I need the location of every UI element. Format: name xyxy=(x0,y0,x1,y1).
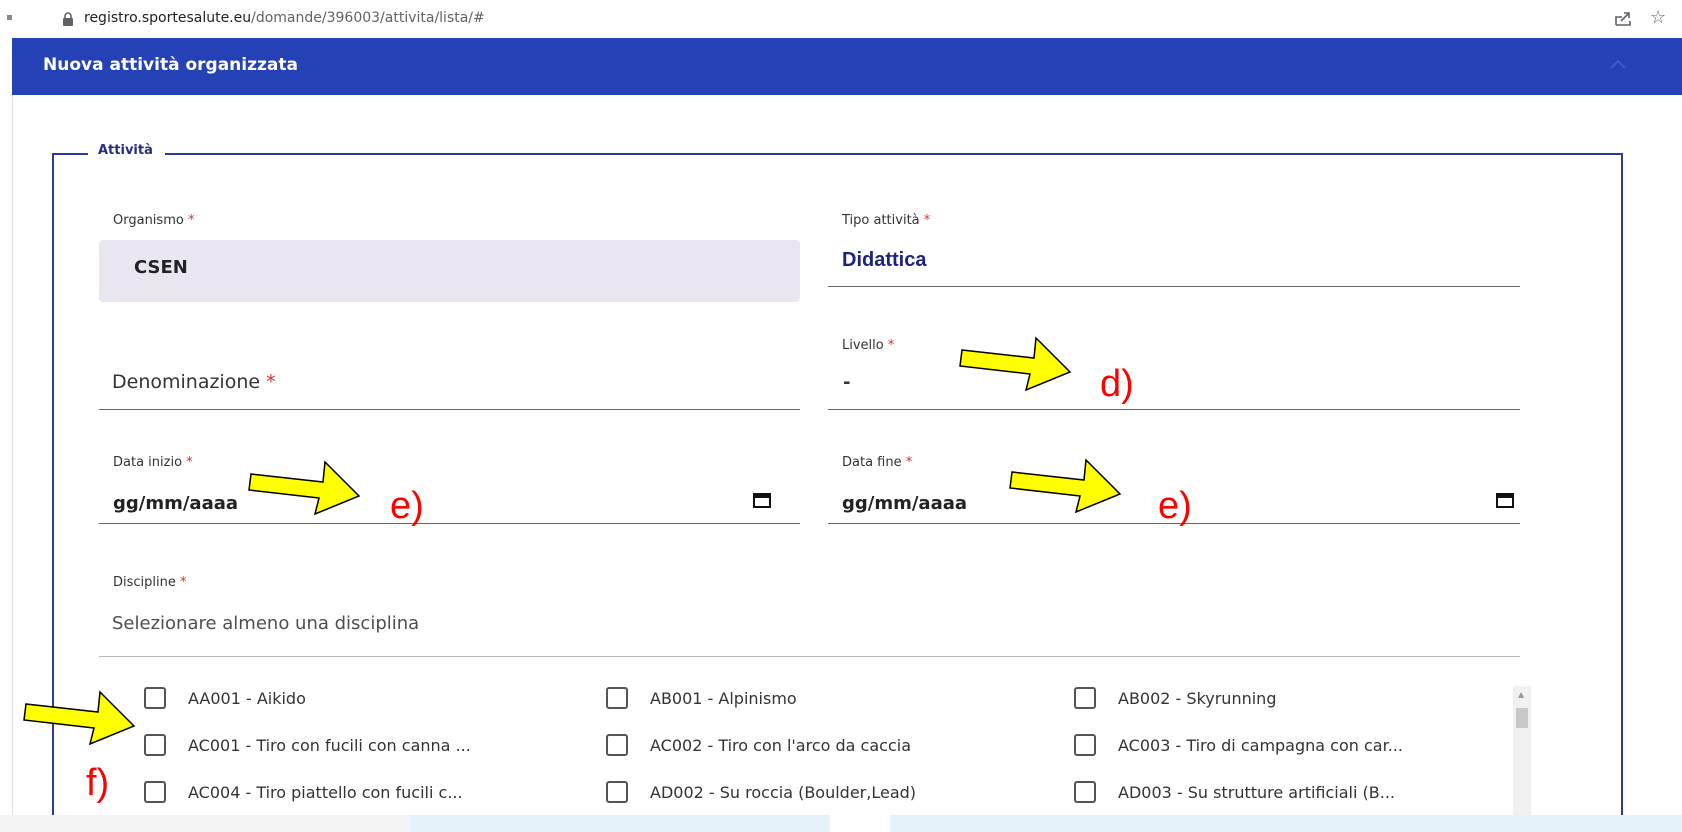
list-item-label: AC003 - Tiro di campagna con car... xyxy=(1118,735,1403,755)
menu-dot-icon: ▪ xyxy=(6,12,13,23)
checkbox[interactable] xyxy=(1074,687,1096,709)
bookmark-star-icon[interactable]: ☆ xyxy=(1650,7,1666,28)
data-fine-input[interactable]: gg/mm/aaaa xyxy=(842,493,967,514)
list-item[interactable]: AB001 - Alpinismo xyxy=(606,684,797,712)
bottom-strip xyxy=(0,815,410,832)
discipline-label-text: Discipline xyxy=(113,575,176,590)
annotation-label: d) xyxy=(1100,363,1134,405)
list-item[interactable]: AA001 - Aikido xyxy=(144,684,306,712)
scroll-up-icon[interactable]: ▲ xyxy=(1518,690,1524,699)
bottom-strip xyxy=(890,815,1682,832)
list-item-label: AD003 - Su strutture artificiali (B... xyxy=(1118,782,1395,802)
annotation-arrow-icon xyxy=(1009,458,1122,514)
annotation-label: f) xyxy=(86,762,110,804)
list-item[interactable]: AC002 - Tiro con l'arco da caccia xyxy=(606,731,911,759)
list-item-label: AC002 - Tiro con l'arco da caccia xyxy=(650,735,911,755)
tipo-attivita-required-mark: * xyxy=(923,213,931,228)
data-inizio-label: Data inizio * xyxy=(113,455,193,470)
annotation-label: e) xyxy=(390,485,424,527)
list-item-label: AC004 - Tiro piattello con fucili c... xyxy=(188,782,463,802)
share-icon[interactable] xyxy=(1613,9,1633,29)
organismo-label-text: Organismo xyxy=(113,213,184,228)
discipline-label: Discipline * xyxy=(113,575,187,590)
annotation-arrow-icon xyxy=(23,690,136,746)
livello-required-mark: * xyxy=(887,338,895,353)
checkbox[interactable] xyxy=(606,687,628,709)
livello-select[interactable]: - xyxy=(843,372,850,393)
url-host: registro.sportesalute.eu xyxy=(84,10,252,26)
tipo-attivita-label: Tipo attività * xyxy=(842,213,930,228)
data-inizio-required-mark: * xyxy=(186,455,193,470)
tipo-attivita-select[interactable]: Didattica xyxy=(842,249,926,272)
organismo-value: CSEN xyxy=(134,257,188,278)
tipo-attivita-underline xyxy=(828,286,1520,287)
list-item[interactable]: AD002 - Su roccia (Boulder,Lead) xyxy=(606,778,916,806)
annotation-arrow-icon xyxy=(959,336,1072,392)
scrollbar-thumb[interactable] xyxy=(1516,708,1528,728)
livello-label: Livello * xyxy=(842,338,894,353)
checkbox[interactable] xyxy=(606,781,628,803)
panel-header[interactable]: Nuova attività organizzata xyxy=(12,38,1682,95)
list-item[interactable]: AC001 - Tiro con fucili con canna ... xyxy=(144,731,471,759)
data-fine-label-text: Data fine xyxy=(842,455,902,470)
checkbox[interactable] xyxy=(144,687,166,709)
data-fine-label: Data fine * xyxy=(842,455,912,470)
data-fine-required-mark: * xyxy=(905,455,913,470)
data-inizio-input[interactable]: gg/mm/aaaa xyxy=(113,493,238,514)
list-item-label: AD002 - Su roccia (Boulder,Lead) xyxy=(650,782,917,802)
discipline-required-mark: * xyxy=(180,575,187,590)
url-path: /domande/396003/attivita/lista/# xyxy=(251,10,485,26)
list-item[interactable]: AB002 - Skyrunning xyxy=(1074,684,1276,712)
bottom-strip xyxy=(410,815,830,832)
calendar-icon[interactable] xyxy=(1496,492,1514,508)
data-inizio-label-text: Data inizio xyxy=(113,455,183,470)
fieldset-legend: Attività xyxy=(88,143,165,158)
list-item[interactable]: AC003 - Tiro di campagna con car... xyxy=(1074,731,1403,759)
denominazione-label-text: Denominazione xyxy=(112,371,261,393)
discipline-placeholder: Selezionare almeno una disciplina xyxy=(112,613,420,634)
list-item-label: AB002 - Skyrunning xyxy=(1118,688,1277,708)
discipline-divider xyxy=(99,656,1520,657)
checkbox[interactable] xyxy=(144,734,166,756)
list-item-label: AA001 - Aikido xyxy=(188,688,306,708)
data-inizio-underline xyxy=(99,523,800,524)
checkbox[interactable] xyxy=(144,781,166,803)
annotation-label: e) xyxy=(1158,485,1192,527)
browser-address-bar: ▪ registro.sportesalute.eu/domande/39600… xyxy=(0,0,1682,38)
list-item-label: AB001 - Alpinismo xyxy=(650,688,797,708)
list-item-label: AC001 - Tiro con fucili con canna ... xyxy=(188,735,471,755)
annotation-arrow-icon xyxy=(248,460,361,516)
organismo-required-mark: * xyxy=(187,213,195,228)
discipline-list: AA001 - Aikido AB001 - Alpinismo AB002 -… xyxy=(99,676,1539,832)
denominazione-required-mark: * xyxy=(266,371,276,393)
tipo-attivita-label-text: Tipo attività xyxy=(842,213,920,228)
list-item[interactable]: AC004 - Tiro piattello con fucili c... xyxy=(144,778,463,806)
organismo-field xyxy=(99,240,800,302)
url-text[interactable]: registro.sportesalute.eu/domande/396003/… xyxy=(84,10,485,26)
list-item[interactable]: AD003 - Su strutture artificiali (B... xyxy=(1074,778,1395,806)
checkbox[interactable] xyxy=(606,734,628,756)
checkbox[interactable] xyxy=(1074,734,1096,756)
lock-icon xyxy=(63,12,73,26)
livello-underline xyxy=(828,409,1520,410)
denominazione-label: Denominazione * xyxy=(112,371,276,393)
chevron-up-icon[interactable] xyxy=(1609,58,1627,70)
organismo-label: Organismo * xyxy=(113,213,194,228)
livello-label-text: Livello xyxy=(842,338,884,353)
denominazione-input[interactable] xyxy=(99,409,800,410)
checkbox[interactable] xyxy=(1074,781,1096,803)
panel-title: Nuova attività organizzata xyxy=(43,55,298,75)
calendar-icon[interactable] xyxy=(753,492,771,508)
